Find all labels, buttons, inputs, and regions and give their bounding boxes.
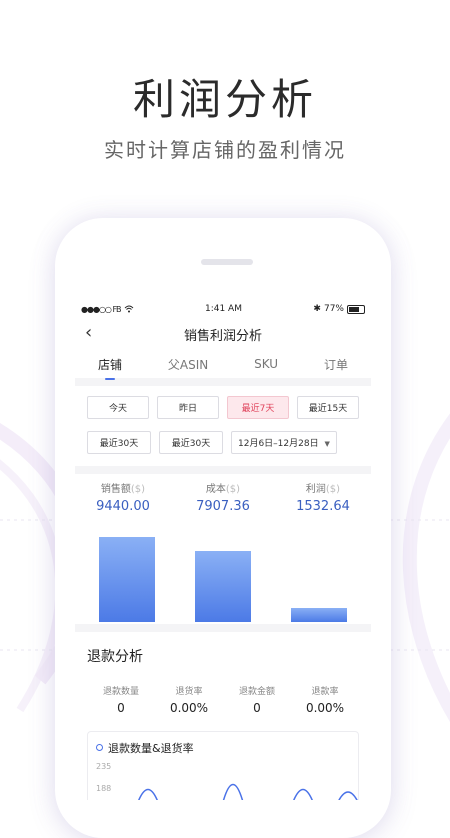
refund-stat-label: 退货率 bbox=[175, 687, 203, 697]
bar-cost bbox=[195, 551, 251, 622]
filter-last-30-days-2[interactable]: 最近30天 bbox=[159, 431, 223, 454]
refund-analysis: 退款分析 退款数量 0 退货率 0.00% 退款金额 0 退款率 0.00% 退… bbox=[75, 632, 371, 800]
bar-sales bbox=[99, 537, 155, 622]
tab-bar: 店铺 父ASIN SKU 订单 bbox=[75, 350, 371, 380]
refund-stat-label: 退款率 bbox=[311, 687, 339, 697]
date-filters: 今天 昨日 最近7天 最近15天 最近30天 最近30天 12月6日–12月28… bbox=[75, 386, 371, 466]
refund-stat-label: 退款金额 bbox=[238, 687, 275, 697]
filter-yesterday[interactable]: 昨日 bbox=[157, 396, 219, 419]
carrier-signal: ●●●○○ FB bbox=[81, 304, 122, 314]
tab-orders[interactable]: 订单 bbox=[318, 352, 354, 377]
y-tick-label: 188 bbox=[96, 784, 112, 793]
metric-cost-label: 成本 bbox=[205, 484, 226, 495]
metric-sales-value: 9440.00 bbox=[96, 499, 150, 514]
profit-summary-chart: 销售额($) 9440.00 成本($) 7907.36 利润($) 1532.… bbox=[75, 474, 371, 624]
trend-title: 退款数量&退货率 bbox=[108, 742, 194, 755]
date-range-select[interactable]: 12月6日–12月28日 ▼ bbox=[231, 431, 337, 454]
hero-subtitle: 实时计算店铺的盈利情况 bbox=[104, 138, 346, 162]
refund-stat-return-rate: 退货率 0.00% bbox=[155, 684, 223, 715]
refund-stats: 退款数量 0 退货率 0.00% 退款金额 0 退款率 0.00% bbox=[87, 684, 359, 715]
battery-percent: 77% bbox=[323, 304, 344, 314]
refund-stat-label: 退款数量 bbox=[102, 687, 139, 697]
wifi-icon bbox=[124, 305, 133, 313]
metric-profit-currency: ($) bbox=[325, 484, 341, 495]
refund-stat-value: 0 bbox=[253, 701, 261, 715]
metric-profit: 利润($) 1532.64 bbox=[278, 480, 368, 514]
hero-title: 利润分析 bbox=[132, 75, 317, 124]
metric-cost: 成本($) 7907.36 bbox=[178, 480, 268, 514]
legend-dot-icon bbox=[96, 744, 103, 751]
metric-profit-label: 利润 bbox=[305, 484, 326, 495]
refund-title: 退款分析 bbox=[87, 649, 143, 665]
status-bar: ●●●○○ FB 1:41 AM ✱ 77% bbox=[75, 300, 371, 318]
tab-parent-asin[interactable]: 父ASIN bbox=[162, 352, 214, 377]
metric-sales: 销售额($) 9440.00 bbox=[78, 480, 168, 514]
refund-stat-refund-rate: 退款率 0.00% bbox=[291, 684, 359, 715]
filter-last-15-days[interactable]: 最近15天 bbox=[297, 396, 359, 419]
app-screen: ●●●○○ FB 1:41 AM ✱ 77% ‹ 销售利润分析 店铺 父ASIN… bbox=[75, 300, 371, 800]
metric-cost-currency: ($) bbox=[225, 484, 241, 495]
bar-profit bbox=[291, 608, 347, 622]
tab-sku[interactable]: SKU bbox=[248, 353, 284, 375]
y-tick-label: 235 bbox=[96, 762, 112, 771]
page-title: 销售利润分析 bbox=[183, 328, 262, 344]
bluetooth-icon: ✱ bbox=[313, 304, 321, 314]
refund-stat-value: 0.00% bbox=[305, 701, 345, 715]
metric-cost-value: 7907.36 bbox=[196, 499, 250, 514]
refund-stat-amount: 退款金额 0 bbox=[223, 684, 291, 715]
trend-line bbox=[138, 783, 358, 800]
filter-last-7-days[interactable]: 最近7天 bbox=[227, 396, 289, 419]
filter-last-30-days[interactable]: 最近30天 bbox=[87, 431, 151, 454]
refund-stat-count: 退款数量 0 bbox=[87, 684, 155, 715]
tab-store[interactable]: 店铺 bbox=[92, 352, 128, 380]
date-range-label: 12月6日–12月28日 bbox=[238, 439, 319, 449]
refund-stat-value: 0 bbox=[117, 701, 125, 715]
metric-sales-currency: ($) bbox=[130, 484, 146, 495]
chevron-left-icon[interactable]: ‹ bbox=[85, 322, 92, 343]
battery-icon bbox=[346, 304, 365, 314]
filter-today[interactable]: 今天 bbox=[87, 396, 149, 419]
nav-bar: ‹ 销售利润分析 bbox=[75, 318, 371, 350]
phone-speaker bbox=[201, 259, 253, 265]
metric-profit-value: 1532.64 bbox=[296, 499, 350, 514]
refund-trend-chart: 退款数量&退货率 235 188 bbox=[87, 731, 359, 800]
status-time: 1:41 AM bbox=[204, 304, 242, 314]
refund-stat-value: 0.00% bbox=[169, 701, 209, 715]
metric-sales-label: 销售额 bbox=[100, 484, 131, 495]
caret-down-icon: ▼ bbox=[324, 440, 330, 448]
